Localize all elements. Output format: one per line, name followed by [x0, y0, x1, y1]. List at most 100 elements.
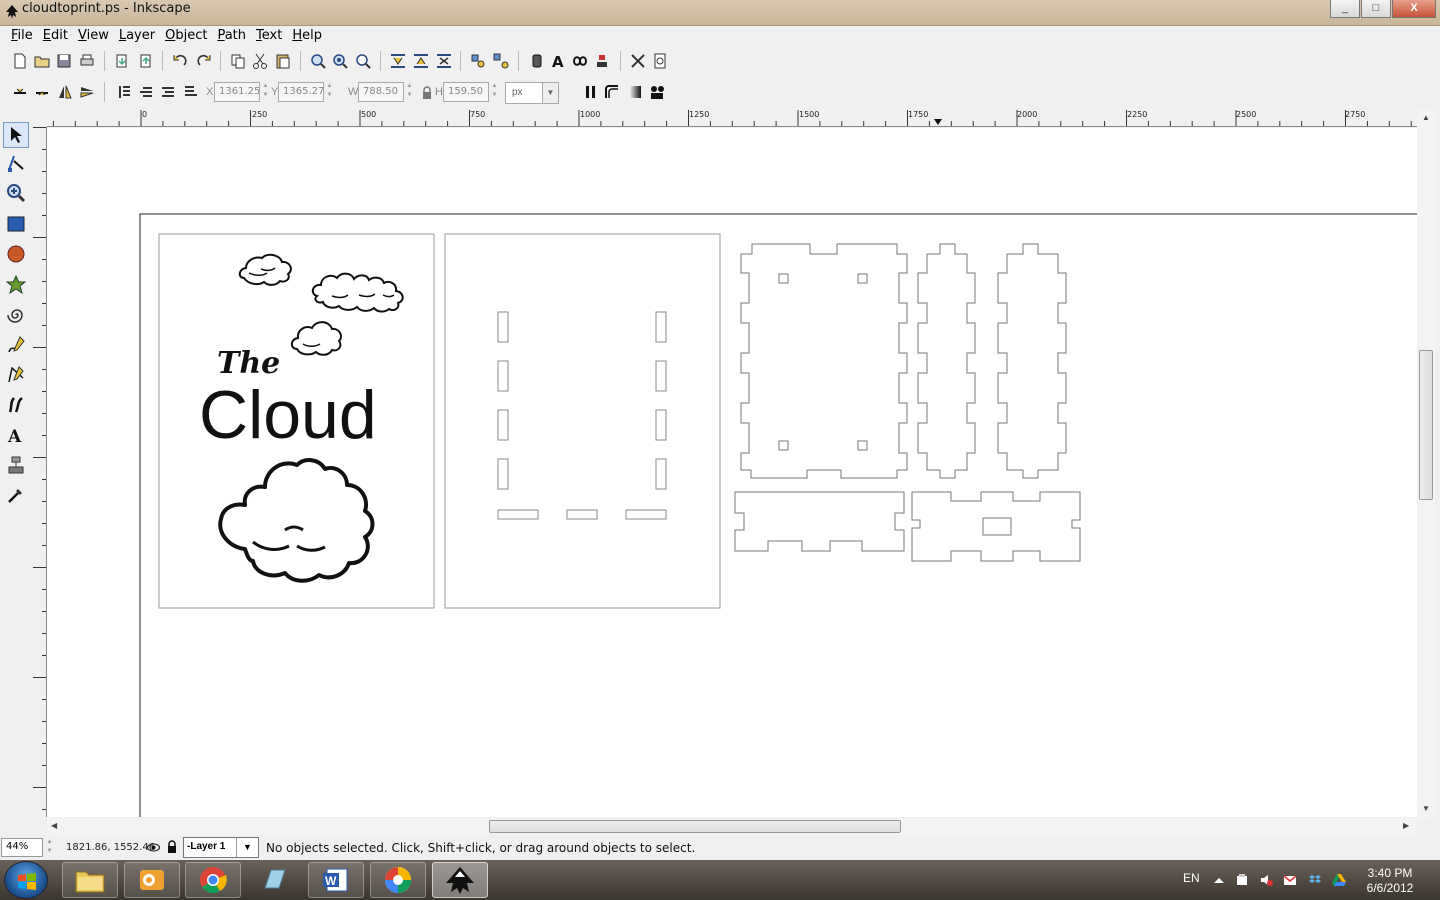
transform-gradient-icon[interactable]: [625, 82, 645, 102]
scroll-up-icon[interactable]: ▲: [1422, 113, 1430, 122]
gmail-notifier-icon[interactable]: [1283, 873, 1297, 887]
maximize-button[interactable]: □: [1361, 0, 1391, 18]
scroll-left-icon[interactable]: ◀: [51, 821, 57, 830]
document-properties-icon[interactable]: [650, 51, 670, 71]
unit-select[interactable]: px ▼: [505, 82, 559, 104]
spiral-tool-icon[interactable]: [3, 302, 29, 328]
corner-hole[interactable]: [778, 273, 789, 284]
dropper-tool-icon[interactable]: [3, 482, 29, 508]
redo-icon[interactable]: [194, 51, 214, 71]
slot[interactable]: [497, 509, 539, 520]
menu-layer[interactable]: Layer: [114, 26, 160, 46]
rotate-ccw-icon[interactable]: [32, 82, 52, 102]
pen-tool-icon[interactable]: [3, 362, 29, 388]
notes-task[interactable]: [246, 862, 302, 898]
slot[interactable]: [497, 409, 509, 441]
copy-icon[interactable]: [228, 51, 248, 71]
unlink-clone-icon[interactable]: [434, 51, 454, 71]
volume-icon[interactable]: [1259, 873, 1273, 887]
slot[interactable]: [655, 409, 667, 441]
medium-cloud-icon[interactable]: [290, 321, 342, 356]
align-distribute-icon[interactable]: [592, 51, 612, 71]
x-field[interactable]: 1361.25: [214, 82, 260, 102]
horizontal-scrollbar[interactable]: ◀ ▶: [47, 818, 1417, 835]
transform-pattern-icon[interactable]: [647, 82, 667, 102]
clock[interactable]: 3:40 PM 6/6/2012: [1360, 866, 1420, 896]
menu-text[interactable]: Text: [251, 26, 287, 46]
node-tool-icon[interactable]: [3, 150, 29, 176]
new-document-icon[interactable]: [10, 51, 30, 71]
fill-stroke-icon[interactable]: [528, 51, 548, 71]
top-strip-panel[interactable]: [911, 491, 1081, 562]
export-icon[interactable]: [136, 51, 156, 71]
slot[interactable]: [497, 311, 509, 343]
word-task[interactable]: W: [308, 862, 364, 898]
show-hidden-icons-icon[interactable]: [1212, 873, 1226, 887]
back-panel-outline[interactable]: [444, 233, 721, 609]
box-side-panel[interactable]: [740, 243, 908, 479]
undo-icon[interactable]: [170, 51, 190, 71]
language-indicator[interactable]: EN: [1183, 871, 1200, 885]
menu-file[interactable]: File: [6, 26, 38, 46]
zoom-drawing-icon[interactable]: [330, 51, 350, 71]
minimize-button[interactable]: _: [1330, 0, 1360, 18]
flip-vertical-icon[interactable]: [77, 82, 97, 102]
scroll-down-icon[interactable]: ▼: [1422, 804, 1430, 813]
scale-corners-icon[interactable]: [602, 82, 622, 102]
scroll-right-icon[interactable]: ▶: [1403, 821, 1409, 830]
paste-icon[interactable]: [273, 51, 293, 71]
preferences-icon[interactable]: [628, 51, 648, 71]
import-icon[interactable]: [112, 51, 132, 71]
menu-help[interactable]: Help: [287, 26, 327, 46]
pencil-tool-icon[interactable]: [3, 332, 29, 358]
menu-path[interactable]: Path: [212, 26, 251, 46]
inkscape-task[interactable]: [432, 862, 488, 898]
vertical-scrollbar[interactable]: ▲ ▼: [1417, 110, 1435, 818]
menu-edit[interactable]: Edit: [38, 26, 73, 46]
flip-horizontal-icon[interactable]: [55, 82, 75, 102]
action-center-icon[interactable]: [1235, 873, 1249, 887]
corner-hole[interactable]: [778, 440, 789, 451]
lower-to-bottom-icon[interactable]: [181, 82, 201, 102]
connector-tool-icon[interactable]: [3, 452, 29, 478]
print-icon[interactable]: [77, 51, 97, 71]
chrome-task[interactable]: [185, 862, 241, 898]
bottom-strip-panel[interactable]: [734, 491, 905, 552]
zoom-spinner[interactable]: ▲ ▼: [45, 838, 54, 858]
narrow-side-panel-1[interactable]: [917, 243, 976, 479]
save-icon[interactable]: [54, 51, 74, 71]
picasa-task[interactable]: [370, 862, 426, 898]
rectangle-tool-icon[interactable]: [3, 211, 29, 237]
xml-editor-icon[interactable]: [570, 51, 590, 71]
text-font-icon[interactable]: A: [548, 51, 568, 71]
slot[interactable]: [497, 360, 509, 392]
text-tool-icon[interactable]: A: [3, 422, 29, 448]
lower-icon[interactable]: [158, 82, 178, 102]
group-icon[interactable]: [468, 51, 488, 71]
close-button[interactable]: X: [1392, 0, 1436, 18]
x-spinner[interactable]: ▲ ▼: [261, 82, 270, 102]
zoom-field[interactable]: 44%: [1, 838, 43, 857]
corner-hole[interactable]: [857, 440, 868, 451]
center-hole[interactable]: [982, 517, 1012, 536]
slot[interactable]: [655, 458, 667, 490]
scale-stroke-icon[interactable]: [581, 82, 601, 102]
zoom-tool-icon[interactable]: [3, 180, 29, 206]
lock-icon[interactable]: [417, 83, 437, 103]
w-spinner[interactable]: ▲ ▼: [405, 82, 414, 102]
title-the-text[interactable]: The: [217, 346, 280, 381]
duplicate-icon[interactable]: [388, 51, 408, 71]
y-field[interactable]: 1365.27: [278, 82, 324, 102]
y-spinner[interactable]: ▲ ▼: [325, 82, 334, 102]
raise-to-top-icon[interactable]: [114, 82, 134, 102]
title-cloud-text[interactable]: Cloud: [199, 377, 377, 453]
horizontal-scroll-thumb[interactable]: [489, 820, 901, 833]
vertical-scroll-thumb[interactable]: [1419, 350, 1433, 500]
ungroup-icon[interactable]: [491, 51, 511, 71]
slot[interactable]: [566, 509, 598, 520]
drawing-canvas[interactable]: The Cloud: [47, 128, 1417, 817]
menu-object[interactable]: Object: [160, 26, 212, 46]
h-spinner[interactable]: ▲ ▼: [490, 82, 499, 102]
raise-icon[interactable]: [136, 82, 156, 102]
eye-icon[interactable]: [147, 841, 160, 854]
